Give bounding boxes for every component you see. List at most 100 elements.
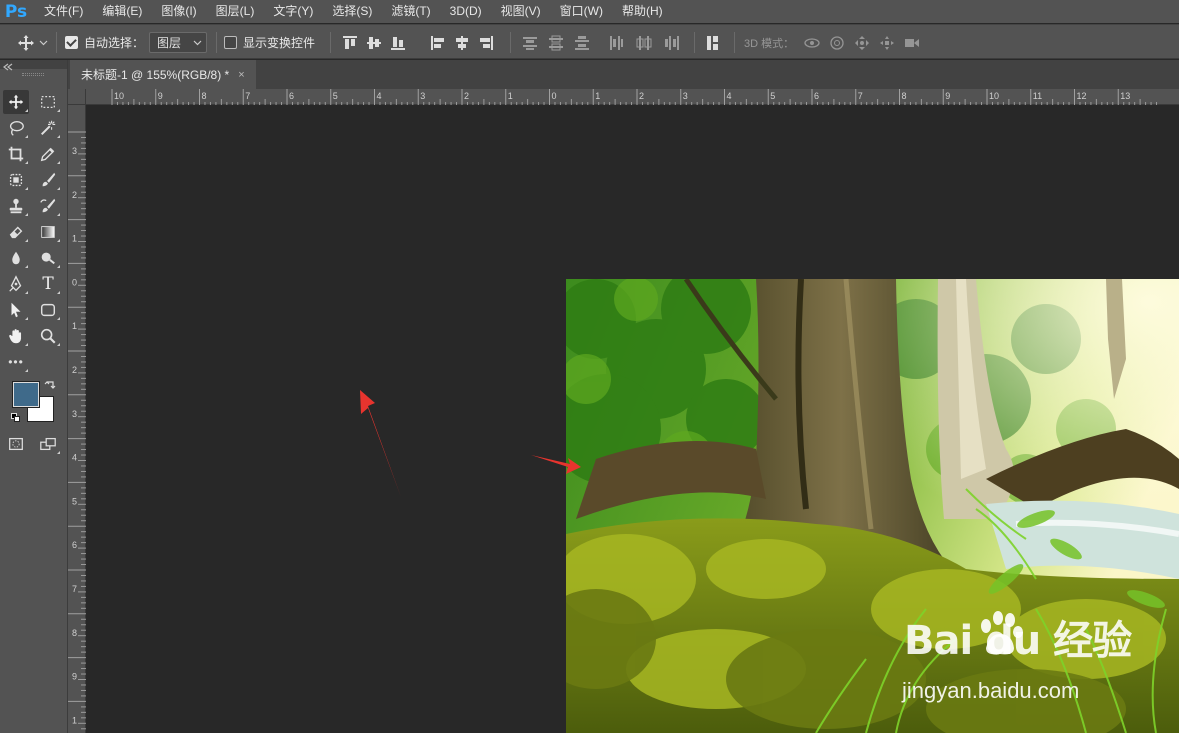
- magic-wand-tool[interactable]: [35, 116, 61, 140]
- move-tool-preset[interactable]: [16, 25, 48, 60]
- eyedropper-tool[interactable]: [35, 142, 61, 166]
- ruler-origin[interactable]: [68, 89, 86, 105]
- lasso-icon: [9, 121, 24, 136]
- distribute-top-icon[interactable]: [520, 33, 540, 53]
- menu-item[interactable]: 图像(I): [151, 0, 205, 23]
- menu-item[interactable]: 选择(S): [322, 0, 381, 23]
- hand-tool[interactable]: [3, 324, 29, 348]
- type-tool[interactable]: T: [35, 272, 61, 296]
- dodge-icon: [41, 252, 55, 265]
- ruler-label: 2: [639, 91, 644, 101]
- ruler-label: 8: [902, 91, 907, 101]
- menu-bar: Ps 文件(F) 编辑(E) 图像(I) 图层(L) 文字(Y) 选择(S) 滤镜(T) 3D…: [0, 0, 1179, 23]
- menu-item[interactable]: 3D(D): [440, 0, 491, 23]
- ruler-label: 13: [1120, 91, 1130, 101]
- default-colors-icon[interactable]: [11, 413, 21, 423]
- align-top-icon[interactable]: [340, 33, 360, 53]
- color-swatches: [11, 380, 71, 426]
- gradient-tool[interactable]: [35, 220, 61, 244]
- menu-item[interactable]: 视图(V): [491, 0, 550, 23]
- tools-panel-header[interactable]: [0, 60, 67, 71]
- marquee-tool[interactable]: [35, 90, 61, 114]
- path-selection-tool[interactable]: [3, 298, 29, 322]
- distribute-left-icon[interactable]: [606, 33, 626, 53]
- ruler-label: 5: [770, 91, 775, 101]
- eraser-tool[interactable]: [3, 220, 29, 244]
- history-brush-tool[interactable]: [35, 194, 61, 218]
- align-bottom-icon[interactable]: [388, 33, 408, 53]
- close-document-icon[interactable]: ×: [238, 69, 244, 81]
- auto-select-checkbox[interactable]: [65, 36, 78, 49]
- hand-icon: [9, 329, 22, 344]
- quick-mask-mode[interactable]: [3, 432, 29, 456]
- swap-colors-icon[interactable]: [44, 380, 56, 392]
- foreground-color-swatch[interactable]: [12, 381, 40, 408]
- ruler-label: 3: [420, 91, 425, 101]
- rectangle-tool[interactable]: [35, 298, 61, 322]
- rounded-rectangle-icon: [40, 303, 56, 317]
- horizontal-ruler[interactable]: 10 9 8 7 6 5 4 3 2 1 0 1 2 3 4 5 6 7 8 9 10 11 12 13: [68, 89, 1179, 105]
- distribute-horizontal-center-icon[interactable]: [634, 33, 654, 53]
- menu-item[interactable]: 文件(F): [34, 0, 92, 23]
- dodge-tool[interactable]: [35, 246, 61, 270]
- ruler-label: 7: [245, 91, 250, 101]
- distribute-bottom-icon[interactable]: [572, 33, 592, 53]
- collapse-panel-icon[interactable]: [2, 63, 14, 71]
- ruler-label: 0: [72, 277, 77, 287]
- 3d-slide-icon[interactable]: [877, 33, 897, 53]
- align-horizontal-center-icon[interactable]: [452, 33, 472, 53]
- move-icon: [18, 34, 34, 51]
- menu-item[interactable]: 文字(Y): [263, 0, 322, 23]
- 3d-roll-icon[interactable]: [827, 33, 847, 53]
- arrow-cursor-icon: [11, 302, 21, 318]
- ruler-label: 5: [72, 496, 77, 506]
- ruler-label: 7: [72, 584, 77, 594]
- pen-tool[interactable]: [3, 272, 29, 296]
- history-brush-icon: [40, 198, 56, 213]
- brush-tool[interactable]: [35, 168, 61, 192]
- ruler-label: 3: [683, 91, 688, 101]
- menu-item[interactable]: 滤镜(T): [381, 0, 439, 23]
- screen-mode[interactable]: [35, 432, 61, 456]
- 3d-scale-icon[interactable]: [902, 33, 922, 53]
- show-transform-checkbox[interactable]: [224, 36, 237, 49]
- document-tab[interactable]: 未标题-1 @ 155%(RGB/8) * ×: [70, 60, 256, 89]
- menu-item[interactable]: 窗口(W): [550, 0, 612, 23]
- patch-tool[interactable]: [3, 168, 29, 192]
- 3d-orbit-icon[interactable]: [802, 33, 822, 53]
- menu-item[interactable]: 编辑(E): [92, 0, 151, 23]
- vertical-ruler[interactable]: 3 2 1 0 1 2 3 4 5 6 7 8 9 1: [68, 89, 86, 733]
- watermark-url: jingyan.baidu.com: [902, 678, 1080, 703]
- document-tab-title: 未标题-1 @ 155%(RGB/8) *: [81, 68, 230, 82]
- ruler-label: 1: [508, 91, 513, 101]
- ruler-label: 11: [1033, 91, 1042, 101]
- zoom-tool[interactable]: [35, 324, 61, 348]
- align-right-icon[interactable]: [476, 33, 496, 53]
- blur-tool[interactable]: [3, 246, 29, 270]
- move-tool[interactable]: [3, 90, 29, 114]
- screen-mode-icon: [40, 437, 56, 451]
- auto-select-target-dropdown[interactable]: 图层: [149, 32, 207, 53]
- ruler-label: 8: [202, 91, 207, 101]
- 3d-pan-icon[interactable]: [852, 33, 872, 53]
- panel-grip[interactable]: [22, 73, 44, 76]
- distribute-right-icon[interactable]: [662, 33, 682, 53]
- ruler-label: 1: [72, 321, 77, 331]
- tools-panel: T •••: [0, 60, 68, 733]
- ruler-label: 4: [72, 453, 77, 463]
- chevron-down-icon: [193, 40, 202, 45]
- document-tab-bar: 未标题-1 @ 155%(RGB/8) * ×: [68, 60, 1179, 89]
- pen-icon: [9, 275, 22, 292]
- align-vertical-center-icon[interactable]: [364, 33, 384, 53]
- crop-tool[interactable]: [3, 142, 29, 166]
- distribute-vertical-center-icon[interactable]: [546, 33, 566, 53]
- menu-item[interactable]: 帮助(H): [612, 0, 672, 23]
- auto-align-icon[interactable]: [703, 33, 723, 53]
- more-tools[interactable]: •••: [3, 350, 29, 374]
- clone-stamp-tool[interactable]: [3, 194, 29, 218]
- menu-item[interactable]: 图层(L): [206, 0, 264, 23]
- lasso-tool[interactable]: [3, 116, 29, 140]
- quick-mask-icon: [9, 437, 23, 451]
- ruler-label: 1: [595, 91, 600, 101]
- align-left-icon[interactable]: [428, 33, 448, 53]
